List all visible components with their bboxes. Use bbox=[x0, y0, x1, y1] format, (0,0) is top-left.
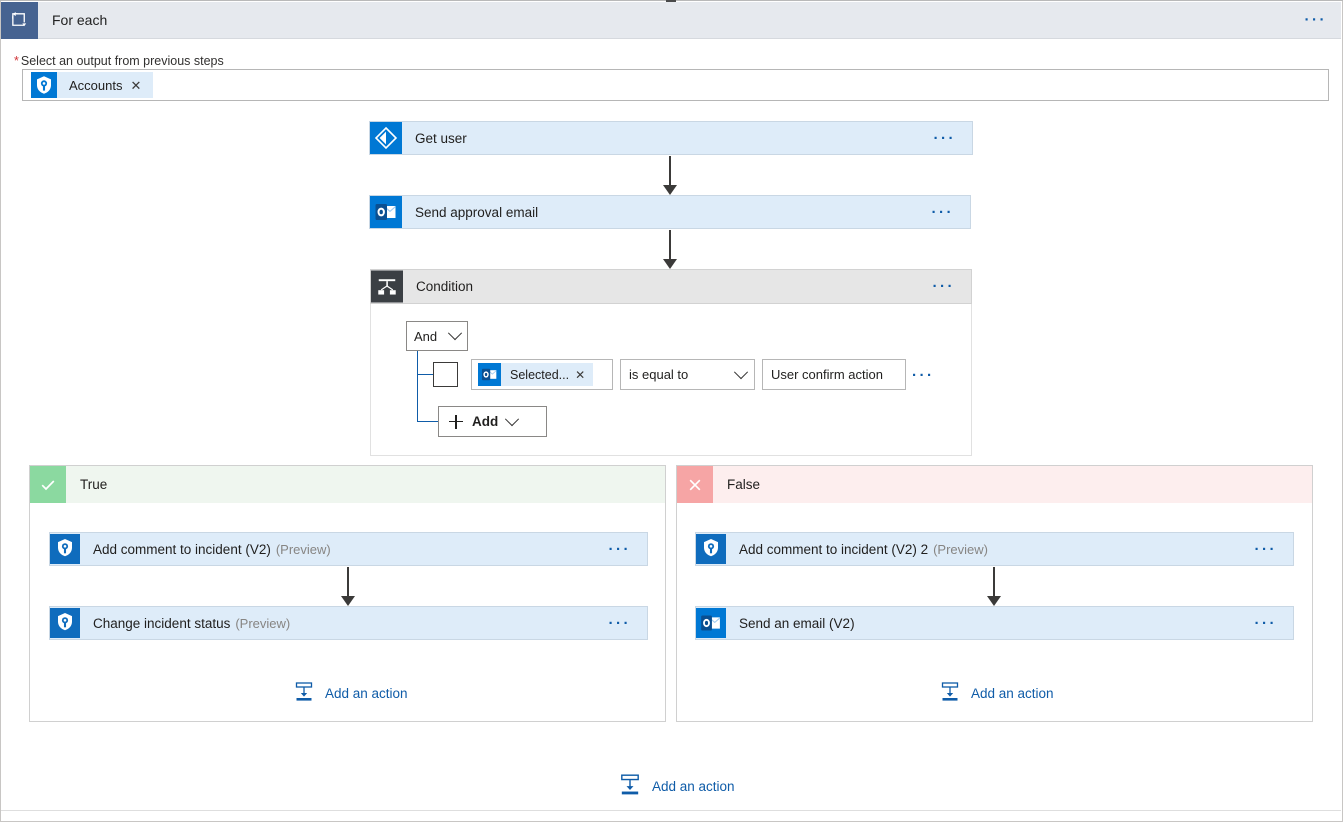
action-subtitle: (Preview) bbox=[235, 615, 291, 631]
branch-false-header: False bbox=[677, 466, 1312, 503]
azure-sentinel-shield-icon bbox=[50, 608, 80, 638]
add-action-label: Add an action bbox=[652, 779, 735, 794]
condition-row-checkbox[interactable] bbox=[433, 362, 458, 387]
chevron-down-icon bbox=[447, 326, 463, 341]
page-title: For each bbox=[52, 12, 108, 28]
chevron-down-icon bbox=[505, 411, 520, 426]
action-subtitle: (Preview) bbox=[275, 541, 331, 557]
action-title: Get user bbox=[415, 130, 467, 146]
add-action-icon bbox=[293, 681, 315, 706]
cross-icon bbox=[677, 466, 713, 503]
action-overflow-button[interactable]: ··· bbox=[609, 542, 632, 557]
action-card-add-comment-true[interactable]: Add comment to incident (V2) (Preview) ·… bbox=[49, 532, 648, 566]
action-overflow-button[interactable]: ··· bbox=[1255, 542, 1278, 557]
connector-arrow bbox=[663, 230, 677, 269]
selected-token-label: Selected... bbox=[510, 367, 570, 382]
azure-sentinel-shield-icon bbox=[31, 72, 57, 98]
chevron-down-icon bbox=[733, 364, 749, 379]
add-action-label: Add an action bbox=[325, 686, 408, 701]
action-card-change-incident-status[interactable]: Change incident status (Preview) ··· bbox=[49, 606, 648, 640]
condition-operator-dropdown[interactable]: is equal to bbox=[620, 359, 755, 390]
outlook-icon bbox=[370, 196, 402, 228]
action-overflow-button[interactable]: ··· bbox=[932, 205, 955, 220]
close-icon[interactable]: ✕ bbox=[571, 369, 593, 381]
footer-divider bbox=[1, 810, 1341, 811]
branch-false-label: False bbox=[727, 477, 761, 492]
condition-group-operator-value: And bbox=[414, 328, 438, 344]
action-card-add-comment-false[interactable]: Add comment to incident (V2) 2 (Preview)… bbox=[695, 532, 1294, 566]
select-output-input[interactable]: Accounts ✕ bbox=[22, 69, 1329, 101]
foreach-overflow-button[interactable]: ··· bbox=[1305, 13, 1328, 28]
branch-true-label: True bbox=[80, 477, 108, 492]
condition-group-operator-dropdown[interactable]: And bbox=[406, 321, 468, 351]
azure-sentinel-shield-icon bbox=[696, 534, 726, 564]
action-card-send-approval-email[interactable]: Send approval email ··· bbox=[369, 195, 971, 229]
select-output-label-text: Select an output from previous steps bbox=[20, 54, 224, 68]
select-output-label: * Select an output from previous steps bbox=[14, 54, 224, 68]
action-subtitle: (Preview) bbox=[933, 541, 988, 557]
azure-ad-icon bbox=[370, 122, 402, 154]
condition-operator-value: is equal to bbox=[629, 367, 689, 382]
condition-tree-branch bbox=[417, 421, 438, 422]
azure-sentinel-shield-icon bbox=[50, 534, 80, 564]
action-title: Add comment to incident (V2) 2 bbox=[739, 541, 929, 557]
close-icon[interactable]: ✕ bbox=[126, 79, 153, 92]
accounts-token[interactable]: Accounts ✕ bbox=[31, 72, 154, 98]
action-overflow-button[interactable]: ··· bbox=[934, 131, 957, 146]
add-action-icon bbox=[939, 681, 961, 706]
condition-branch-icon bbox=[371, 270, 403, 303]
action-title: Condition bbox=[416, 279, 474, 294]
checkmark-icon bbox=[30, 466, 66, 503]
action-title: Send an email (V2) bbox=[739, 615, 855, 631]
connector-arrow bbox=[341, 567, 355, 606]
accounts-token-label: Accounts bbox=[69, 77, 123, 93]
action-card-condition[interactable]: Condition ··· bbox=[370, 269, 972, 304]
connector-arrow bbox=[987, 567, 1001, 606]
foreach-header[interactable]: For each ··· bbox=[1, 1, 1341, 39]
action-overflow-button[interactable]: ··· bbox=[609, 616, 632, 631]
add-action-icon bbox=[618, 773, 642, 800]
selected-token[interactable]: Selected... ✕ bbox=[478, 363, 594, 386]
plus-icon bbox=[449, 414, 463, 429]
action-title: Change incident status bbox=[93, 615, 231, 631]
action-card-send-an-email[interactable]: Send an email (V2) ··· bbox=[695, 606, 1294, 640]
condition-right-operand-input[interactable]: User confirm action bbox=[762, 359, 906, 390]
condition-tree-line bbox=[417, 351, 418, 421]
action-overflow-button[interactable]: ··· bbox=[1255, 616, 1278, 631]
outlook-icon bbox=[696, 608, 726, 638]
add-condition-button[interactable]: Add bbox=[438, 406, 547, 437]
condition-row-overflow-button[interactable]: ··· bbox=[912, 368, 935, 383]
outlook-icon bbox=[478, 363, 501, 386]
add-action-label: Add an action bbox=[971, 686, 1054, 701]
condition-right-operand-value: User confirm action bbox=[771, 367, 883, 382]
action-card-get-user[interactable]: Get user ··· bbox=[369, 121, 973, 155]
action-title: Send approval email bbox=[415, 204, 539, 220]
required-asterisk: * bbox=[14, 54, 19, 68]
action-title: Add comment to incident (V2) bbox=[93, 541, 271, 557]
condition-left-operand-input[interactable]: Selected... ✕ bbox=[471, 359, 613, 390]
action-overflow-button[interactable]: ··· bbox=[933, 279, 956, 294]
connector-arrow bbox=[663, 156, 677, 195]
logic-app-designer-canvas: For each ··· * Select an output from prev… bbox=[0, 0, 1343, 822]
add-action-button-foreach[interactable]: Add an action bbox=[618, 773, 735, 800]
add-condition-label: Add bbox=[472, 414, 499, 429]
add-action-button-false[interactable]: Add an action bbox=[939, 681, 1054, 706]
condition-tree-branch bbox=[417, 374, 433, 375]
add-action-button-true[interactable]: Add an action bbox=[293, 681, 408, 706]
branch-true-header: True bbox=[30, 466, 665, 503]
loop-icon bbox=[1, 1, 38, 39]
